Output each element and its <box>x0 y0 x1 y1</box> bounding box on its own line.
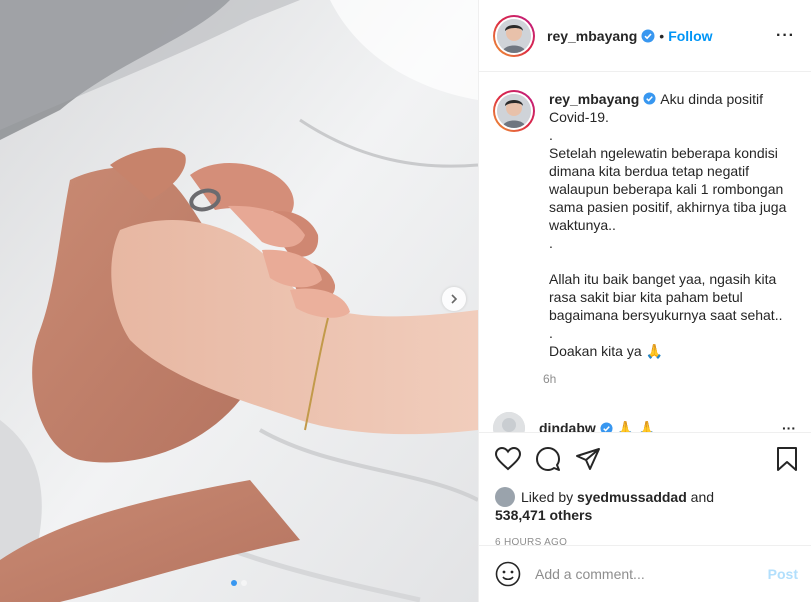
verified-badge-icon <box>600 421 613 432</box>
liked-and-label: and <box>690 489 715 505</box>
profile-picture <box>493 412 525 432</box>
chevron-right-icon <box>451 294 458 304</box>
more-options-button[interactable]: ··· <box>776 27 795 45</box>
post-header: rey_mbayang • Follow ··· <box>479 0 811 72</box>
likes-summary: Liked by syedmussaddad and <box>495 487 798 507</box>
caption-text: rey_mbayang Aku dinda positif Covid-19. .… <box>549 90 796 360</box>
bookmark-icon[interactable] <box>776 446 798 472</box>
carousel-dot-active <box>231 580 237 586</box>
liker-avatar[interactable] <box>495 487 515 507</box>
profile-picture <box>497 18 531 53</box>
holding-hands-photo <box>0 0 478 602</box>
comment-avatar[interactable] <box>493 412 525 432</box>
action-icons <box>495 443 798 475</box>
add-comment-bar: Post <box>479 545 811 602</box>
emoji-icon[interactable] <box>495 561 521 587</box>
caption-username[interactable]: rey_mbayang <box>549 91 639 107</box>
follow-button[interactable]: Follow <box>668 28 712 44</box>
liked-by-text: Liked by syedmussaddad and <box>521 488 714 506</box>
post-photo[interactable] <box>0 0 478 602</box>
verified-badge-icon <box>641 29 655 42</box>
post-side-panel: rey_mbayang • Follow ··· rey_mbayang Aku… <box>478 0 811 602</box>
caption-avatar[interactable] <box>493 90 535 132</box>
comments-section[interactable]: rey_mbayang Aku dinda positif Covid-19. .… <box>479 72 811 432</box>
liker-username[interactable]: syedmussaddad <box>577 489 687 505</box>
comment-username[interactable]: dindabw <box>539 420 596 432</box>
comment-icon[interactable] <box>535 446 561 472</box>
comment-options[interactable]: ··· <box>782 420 796 432</box>
liked-by-label: Liked by <box>521 489 574 505</box>
post-comment-button[interactable]: Post <box>768 566 798 582</box>
comment-text: 🙏 🙏 <box>616 419 656 433</box>
comment-item: dindabw 🙏 🙏 ··· <box>493 412 796 432</box>
profile-picture <box>497 94 531 128</box>
carousel-dot <box>241 580 247 586</box>
share-icon[interactable] <box>575 447 601 471</box>
header-username[interactable]: rey_mbayang <box>547 28 637 44</box>
likes-count[interactable]: 538,471 others <box>495 507 798 523</box>
comment-input[interactable] <box>535 566 768 582</box>
carousel-indicator <box>0 580 478 586</box>
heart-icon[interactable] <box>495 447 521 471</box>
next-photo-button[interactable] <box>442 287 466 311</box>
verified-badge-icon <box>643 92 656 105</box>
post-actions: Liked by syedmussaddad and 538,471 other… <box>479 432 811 548</box>
caption: rey_mbayang Aku dinda positif Covid-19. .… <box>493 90 796 360</box>
separator-bullet: • <box>659 27 665 44</box>
header-avatar[interactable] <box>493 14 535 57</box>
caption-body: Aku dinda positif Covid-19. . Setelah ng… <box>549 91 787 359</box>
caption-time[interactable]: 6h <box>543 372 796 386</box>
